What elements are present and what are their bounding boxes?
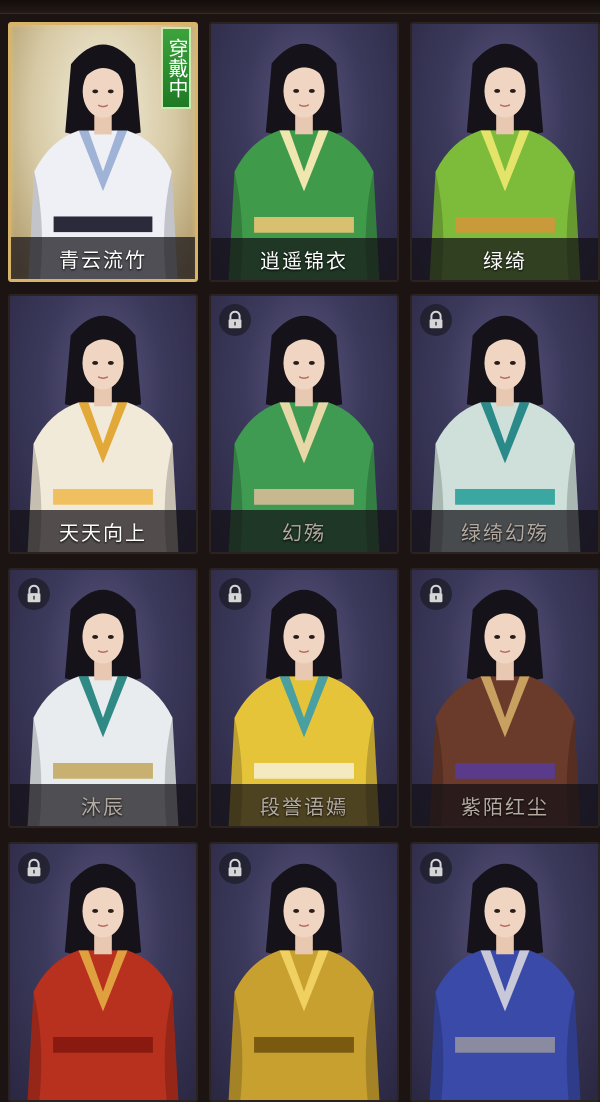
outfit-name: 逍遥锦衣 [260,248,348,273]
lock-icon [420,578,452,610]
outfit-name-bar: 沐辰 [10,784,196,826]
lock-icon [219,578,251,610]
outfit-name: 绿绮幻殇 [461,520,549,545]
outfit-name-bar: 绿绮幻殇 [412,510,598,552]
outfit-name-bar: 绿绮 [412,238,598,280]
outfit-name: 天天向上 [59,520,147,545]
outfit-name-bar: 幻殇 [211,510,397,552]
outfit-name-bar: 天天向上 [10,510,196,552]
outfit-name: 紫陌红尘 [461,794,549,819]
lock-icon [18,852,50,884]
outfit-card[interactable] [8,842,198,1102]
lock-icon [219,304,251,336]
outfit-card[interactable] [209,842,399,1102]
outfit-card[interactable]: 天天向上 [8,294,198,554]
outfit-name: 段誉语嫣 [260,794,348,819]
wearing-badge: 穿戴中 [161,27,191,109]
outfit-name-bar: 紫陌红尘 [412,784,598,826]
outfit-card[interactable]: 沐辰 [8,568,198,828]
outfit-name: 绿绮 [483,248,527,273]
outfit-grid: 穿戴中 青云流竹 逍遥锦衣 绿绮 天天向上 幻殇 绿绮幻殇 沐辰 段誉语嫣 紫陌红尘 [0,0,600,1102]
outfit-name-bar: 逍遥锦衣 [211,238,397,280]
lock-icon [18,578,50,610]
outfit-card[interactable]: 逍遥锦衣 [209,22,399,282]
outfit-name-bar: 青云流竹 [11,237,195,279]
outfit-name-bar: 段誉语嫣 [211,784,397,826]
outfit-card[interactable]: 绿绮 [410,22,600,282]
outfit-name: 青云流竹 [59,247,147,272]
outfit-card[interactable]: 穿戴中青云流竹 [8,22,198,282]
lock-icon [219,852,251,884]
lock-icon [420,304,452,336]
outfit-card[interactable] [410,842,600,1102]
lock-icon [420,852,452,884]
outfit-card[interactable]: 段誉语嫣 [209,568,399,828]
outfit-card[interactable]: 紫陌红尘 [410,568,600,828]
outfit-card[interactable]: 幻殇 [209,294,399,554]
outfit-name: 幻殇 [282,520,326,545]
outfit-card[interactable]: 绿绮幻殇 [410,294,600,554]
outfit-name: 沐辰 [81,794,125,819]
